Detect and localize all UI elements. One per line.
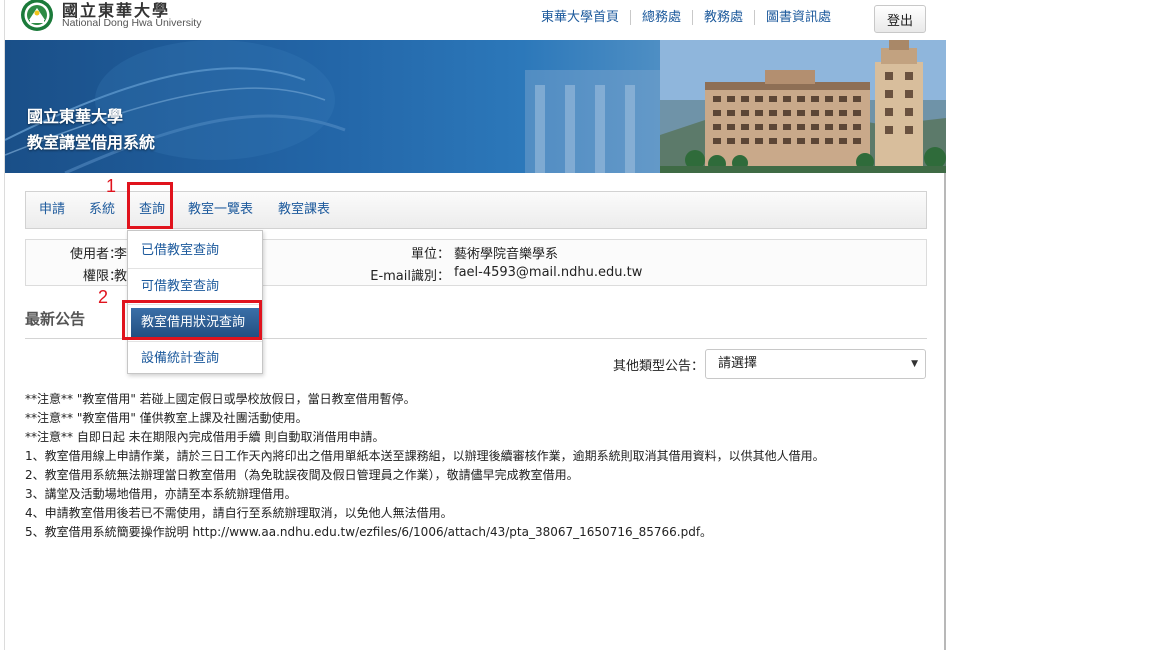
- user-label: 使用者：: [69, 247, 122, 262]
- permission-label: 權限：: [82, 269, 122, 284]
- link-academic-affairs[interactable]: 教務處: [691, 10, 754, 25]
- notice-item: **注意** 自即日起 未在期限內完成借用手續 則自動取消借用申請。: [25, 430, 385, 444]
- menu-item-equipment-stats[interactable]: 設備統計查詢: [128, 341, 262, 377]
- notice-item[interactable]: 5、教室借用系統簡要操作說明 http://www.aa.ndhu.edu.tw…: [25, 523, 825, 542]
- notice-list: **注意** "教室借用" 若碰上國定假日或學校放假日，當日教室借用暫停。 **…: [25, 390, 825, 542]
- menu-item-status-query[interactable]: 教室借用狀況查詢: [131, 308, 259, 338]
- email-value: fael-4593@mail.ndhu.edu.tw: [454, 265, 643, 280]
- notice-item: 2、教室借用系統無法辦理當日教室借用（為免耽誤夜間及假日管理員之作業），敬請儘早…: [25, 468, 579, 482]
- main-nav: 申請 系統 查詢 教室一覽表 教室課表: [25, 191, 927, 229]
- nav-system[interactable]: 系統: [89, 192, 115, 228]
- nav-apply[interactable]: 申請: [39, 192, 65, 228]
- university-logo-icon: [21, 0, 53, 31]
- unit-value: 藝術學院音樂學系: [454, 247, 559, 262]
- logo-text-english: National Dong Hwa University: [62, 17, 202, 29]
- step-1-label: 1: [106, 176, 117, 196]
- permission-value: 教: [114, 269, 128, 284]
- banner-title-line2: 教室講堂借用系統: [27, 133, 156, 152]
- nav-classroom-schedule[interactable]: 教室課表: [278, 192, 330, 228]
- select-value: 請選擇: [718, 356, 758, 371]
- logout-button[interactable]: 登出: [874, 5, 926, 33]
- top-links: 東華大學首頁 總務處 教務處 圖書資訊處: [530, 10, 842, 25]
- menu-item-available-query[interactable]: 可借教室查詢: [128, 269, 262, 305]
- top-bar: 國立東華大學 National Dong Hwa University 東華大學…: [5, 0, 946, 40]
- menu-item-borrowed-query[interactable]: 已借教室查詢: [128, 233, 262, 269]
- banner-title-line1: 國立東華大學: [27, 107, 124, 126]
- link-general-affairs[interactable]: 總務處: [629, 10, 692, 25]
- news-title: 最新公告: [25, 310, 86, 328]
- notice-item: 4、申請教室借用後若已不需使用，請自行至系統辦理取消，以免他人無法借用。: [25, 506, 453, 520]
- nav-query[interactable]: 查詢: [139, 192, 165, 228]
- chevron-down-icon: ▼: [911, 359, 918, 369]
- notice-item: 1、教室借用線上申請作業，請於三日工作天內將印出之借用單紙本送至課務組，以辦理後…: [25, 449, 825, 463]
- link-ndhu-home[interactable]: 東華大學首頁: [530, 10, 630, 25]
- link-library[interactable]: 圖書資訊處: [753, 10, 842, 25]
- announcement-type-select[interactable]: 請選擇 ▼: [705, 349, 926, 379]
- nav-classroom-list[interactable]: 教室一覽表: [188, 192, 253, 228]
- notice-item: **注意** "教室借用" 若碰上國定假日或學校放假日，當日教室借用暫停。: [25, 392, 416, 406]
- banner: 國立東華大學 教室講堂借用系統: [5, 40, 946, 173]
- unit-label: 單位：: [410, 247, 450, 262]
- page: 國立東華大學 National Dong Hwa University 東華大學…: [4, 0, 946, 650]
- query-dropdown-menu: 已借教室查詢 可借教室查詢 教室借用狀況查詢 設備統計查詢: [127, 230, 263, 374]
- notice-item: 3、講堂及活動場地借用，亦請至本系統辦理借用。: [25, 487, 297, 501]
- banner-title: 國立東華大學 教室講堂借用系統: [27, 104, 155, 156]
- step-2-label: 2: [98, 287, 109, 307]
- notice-item: **注意** "教室借用" 僅供教室上課及社團活動使用。: [25, 411, 308, 425]
- menu-divider: [128, 304, 262, 305]
- user-value: 李: [114, 247, 128, 262]
- email-label: E-mail識別：: [370, 269, 450, 284]
- other-announcement-label: 其他類型公告：: [613, 359, 705, 374]
